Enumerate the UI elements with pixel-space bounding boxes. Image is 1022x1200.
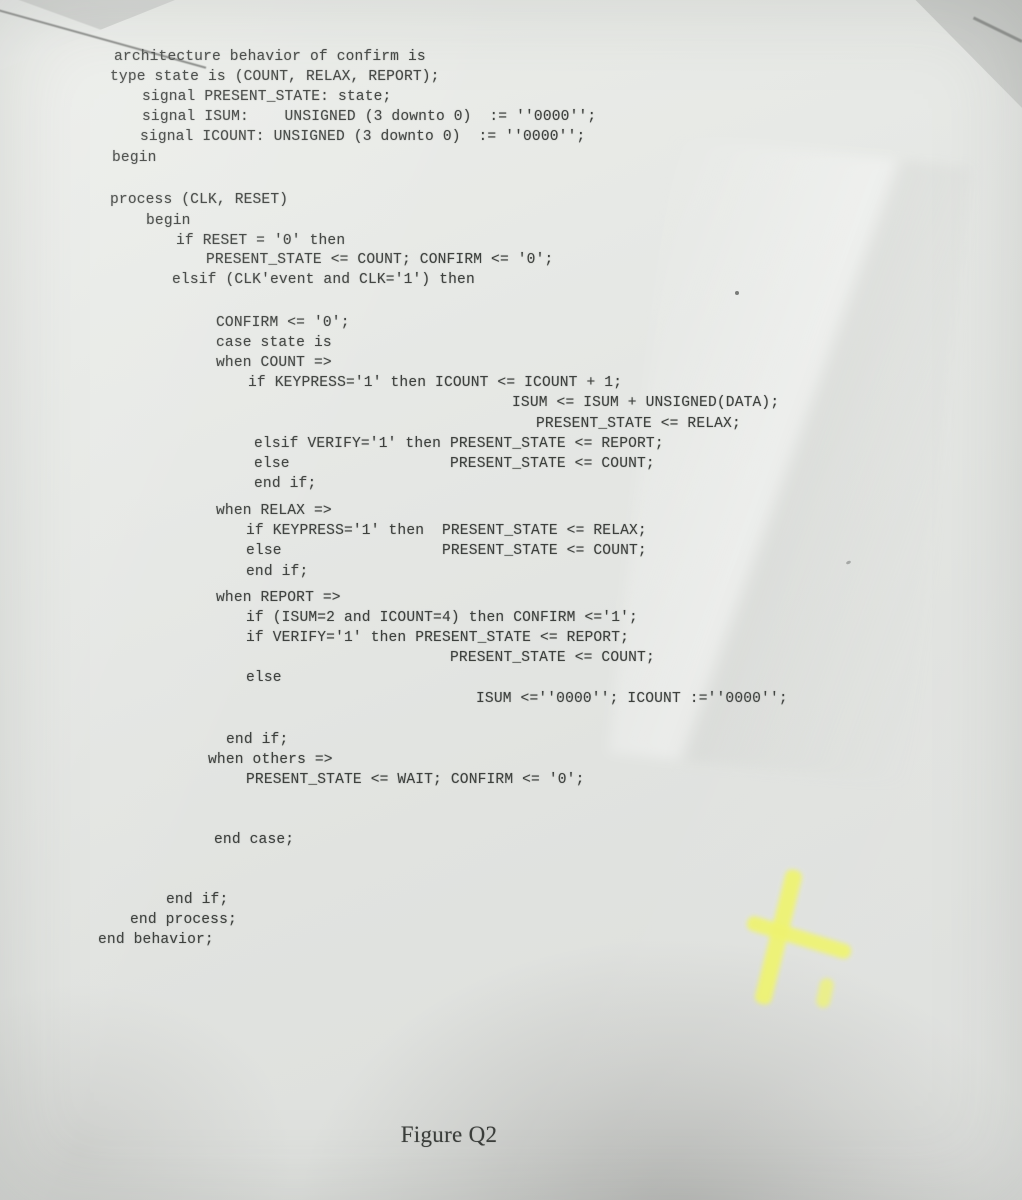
code-line: architecture behavior of confirm is <box>114 49 426 65</box>
code-line: end if; <box>166 892 229 908</box>
code-line: end if; <box>226 732 289 748</box>
code-line: end case; <box>214 832 295 848</box>
code-line: ISUM <= ISUM + UNSIGNED(DATA); <box>512 395 780 411</box>
code-line: end if; <box>254 476 317 492</box>
code-line: else PRESENT_STATE <= COUNT; <box>246 543 647 559</box>
code-line: signal PRESENT_STATE: state; <box>142 89 392 105</box>
figure-caption: Figure Q2 <box>0 1122 1022 1148</box>
paper-background <box>0 0 1022 1200</box>
code-line: end process; <box>130 912 237 928</box>
figure-caption-text: Figure Q2 <box>400 1122 498 1147</box>
code-line: PRESENT_STATE <= COUNT; <box>450 650 655 666</box>
code-line: case state is <box>216 335 332 351</box>
code-line: process (CLK, RESET) <box>110 192 289 208</box>
code-line: if KEYPRESS='1' then ICOUNT <= ICOUNT + … <box>248 375 623 391</box>
code-line: ISUM <=''0000''; ICOUNT :=''0000''; <box>476 691 788 707</box>
code-line: type state is (COUNT, RELAX, REPORT); <box>110 69 440 85</box>
code-line: CONFIRM <= '0'; <box>216 315 350 331</box>
ink-speck <box>735 291 739 295</box>
code-line: if KEYPRESS='1' then PRESENT_STATE <= RE… <box>246 523 647 539</box>
code-line: signal ISUM: UNSIGNED (3 downto 0) := ''… <box>142 109 597 125</box>
code-line: PRESENT_STATE <= WAIT; CONFIRM <= '0'; <box>246 772 585 788</box>
code-line: when RELAX => <box>216 503 332 519</box>
code-line: end behavior; <box>98 932 214 948</box>
code-line: PRESENT_STATE <= COUNT; CONFIRM <= '0'; <box>206 252 554 268</box>
code-line: begin <box>146 213 191 229</box>
code-line: if VERIFY='1' then PRESENT_STATE <= REPO… <box>246 630 630 646</box>
code-line: else <box>246 670 282 686</box>
code-line: when COUNT => <box>216 355 332 371</box>
code-line: signal ICOUNT: UNSIGNED (3 downto 0) := … <box>140 129 586 145</box>
code-line: else PRESENT_STATE <= COUNT; <box>254 456 655 472</box>
code-line: elsif VERIFY='1' then PRESENT_STATE <= R… <box>254 436 664 452</box>
photo-page: architecture behavior of confirm is type … <box>0 0 1022 1200</box>
code-line: end if; <box>246 564 309 580</box>
code-line: when others => <box>208 752 333 768</box>
code-line: PRESENT_STATE <= RELAX; <box>536 416 741 432</box>
code-line: when REPORT => <box>216 590 341 606</box>
code-line: begin <box>112 150 157 166</box>
code-line: if RESET = '0' then <box>176 233 346 249</box>
code-line: if (ISUM=2 and ICOUNT=4) then CONFIRM <=… <box>246 610 638 626</box>
code-line: elsif (CLK'event and CLK='1') then <box>172 272 475 288</box>
